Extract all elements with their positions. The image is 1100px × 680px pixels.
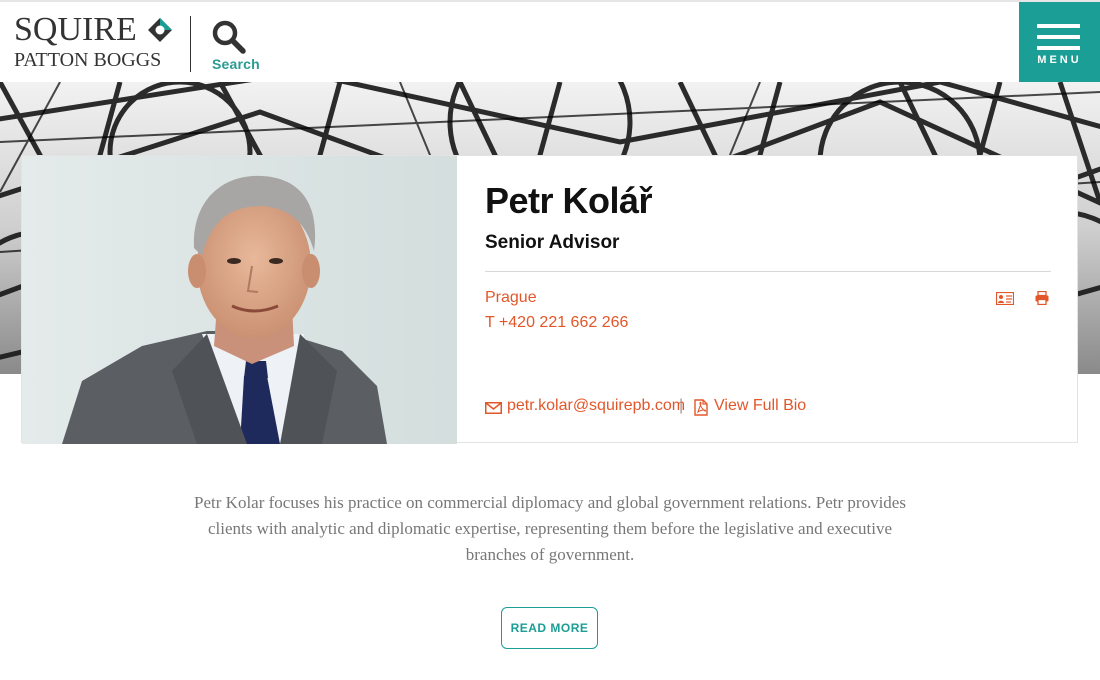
logo-text-patton-boggs: PATTON BOGGS — [14, 49, 162, 71]
phone-link[interactable]: T +420 221 662 266 — [485, 314, 628, 332]
view-full-bio-text: View Full Bio — [714, 397, 807, 414]
read-more-button[interactable]: READ MORE — [501, 607, 598, 649]
office-link[interactable]: Prague — [485, 289, 537, 307]
logo-text-squire: SQUIRE — [14, 11, 137, 48]
search-label: Search — [212, 56, 260, 72]
menu-label: MENU — [1037, 54, 1082, 66]
info-divider — [485, 271, 1051, 272]
person-name: Petr Kolář — [485, 180, 653, 221]
bio-summary: Petr Kolar focuses his practice on comme… — [194, 493, 906, 564]
links-separator: | — [679, 397, 684, 414]
hamburger-icon-bar — [1037, 35, 1080, 39]
view-full-bio-link[interactable]: View Full Bio — [694, 397, 807, 419]
profile-photo — [22, 156, 457, 444]
person-title: Senior Advisor — [485, 232, 620, 253]
vcard-icon[interactable] — [996, 292, 1014, 305]
email-text: petr.kolar@squirepb.com — [507, 397, 686, 414]
search-icon — [212, 20, 246, 54]
header-divider — [190, 16, 191, 72]
profile-info: Petr Kolář Senior Advisor Prague T +420 … — [485, 156, 1051, 444]
hamburger-icon-bar — [1037, 46, 1080, 50]
hamburger-icon — [1037, 24, 1080, 28]
print-icon[interactable] — [1035, 291, 1049, 305]
envelope-icon — [485, 402, 502, 414]
profile-card: Petr Kolář Senior Advisor Prague T +420 … — [21, 155, 1078, 444]
site-header: SQUIRE PATTON BOGGS Search MENU — [0, 0, 1100, 82]
company-logo[interactable]: SQUIRE PATTON BOGGS — [14, 12, 179, 74]
logo-mark-icon — [148, 18, 172, 42]
pdf-icon — [694, 399, 708, 416]
email-link[interactable]: petr.kolar@squirepb.com — [485, 397, 685, 419]
menu-button[interactable]: MENU — [1019, 2, 1100, 82]
search-button[interactable]: Search — [208, 20, 260, 74]
